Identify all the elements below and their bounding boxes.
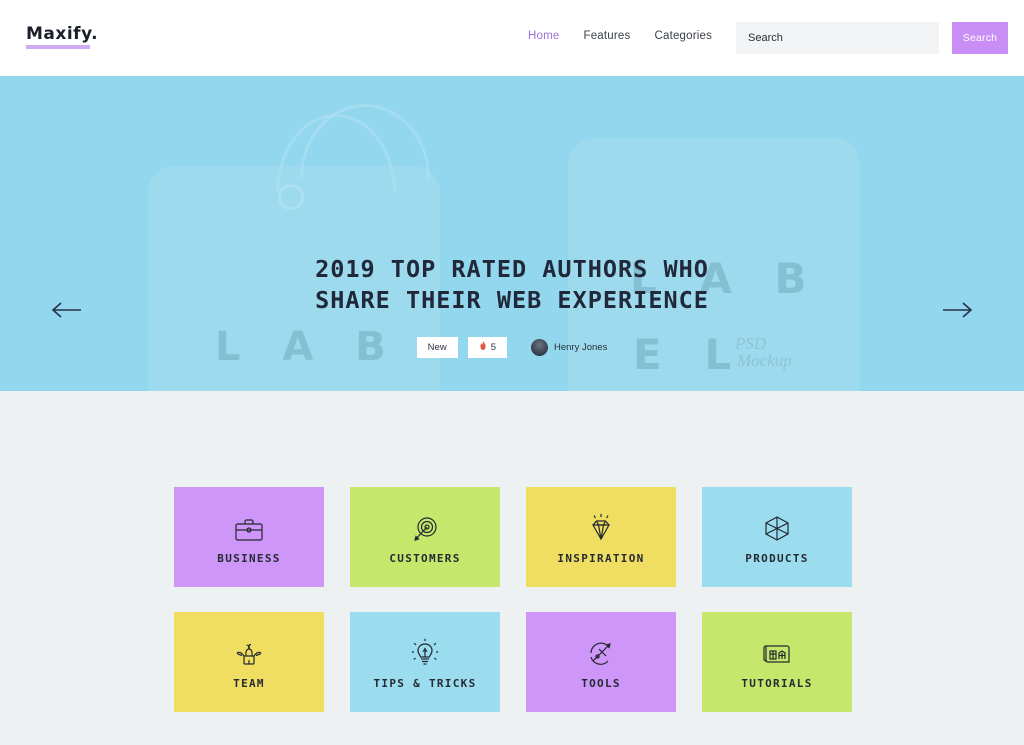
search-area: Search	[736, 22, 1008, 54]
diamond-icon	[586, 509, 616, 543]
page-root: Maxify. Home Features Categories Contact…	[0, 0, 1024, 745]
category-label: PRODUCTS	[745, 552, 809, 565]
carousel-prev-arrow-icon[interactable]	[50, 300, 82, 320]
blueprint-icon	[761, 634, 793, 668]
category-tile-customers[interactable]: CUSTOMERS	[350, 487, 500, 587]
hero-title-line2: SHARE THEIR WEB EXPERIENCE	[315, 286, 709, 315]
avatar	[530, 339, 548, 356]
category-tile-tips-tricks[interactable]: TIPS & TRICKS	[350, 612, 500, 712]
target-icon	[410, 509, 440, 543]
hero-title-line1: 2019 TOP RATED AUTHORS WHO	[315, 255, 709, 283]
hero-content: 2019 TOP RATED AUTHORS WHO SHARE THEIR W…	[0, 76, 1024, 391]
site-header: Maxify. Home Features Categories Contact…	[0, 0, 1024, 76]
category-tile-inspiration[interactable]: INSPIRATION	[526, 487, 676, 587]
category-tile-business[interactable]: BUSINESS	[174, 487, 324, 587]
compass-icon	[586, 634, 616, 668]
logo-underline	[26, 45, 90, 49]
categories-section: BUSINESS CUSTOMERS INSPIRATION PRODUCTS …	[0, 391, 1024, 745]
hot-count-value: 5	[490, 342, 496, 353]
teamwork-icon	[233, 634, 265, 668]
category-label: INSPIRATION	[557, 552, 645, 565]
category-label: BUSINESS	[217, 552, 281, 565]
hero-title: 2019 TOP RATED AUTHORS WHO SHARE THEIR W…	[0, 254, 1024, 317]
search-button[interactable]: Search	[952, 22, 1008, 54]
category-tile-tools[interactable]: TOOLS	[526, 612, 676, 712]
lightbulb-icon	[411, 634, 439, 668]
category-label: CUSTOMERS	[389, 552, 461, 565]
category-label: TUTORIALS	[741, 677, 813, 690]
nav-item-features[interactable]: Features	[583, 30, 630, 42]
category-label: TIPS & TRICKS	[373, 677, 477, 690]
nav-item-categories[interactable]: Categories	[654, 30, 712, 42]
search-input[interactable]	[736, 22, 939, 54]
site-logo[interactable]: Maxify.	[26, 26, 98, 46]
briefcase-icon	[234, 509, 264, 543]
author-name: Henry Jones	[553, 342, 608, 353]
badge-hot-count[interactable]: 5	[467, 337, 507, 358]
category-tile-products[interactable]: PRODUCTS	[702, 487, 852, 587]
badge-new[interactable]: New	[416, 337, 458, 358]
carousel-next-arrow-icon[interactable]	[942, 300, 974, 320]
category-tile-team[interactable]: TEAM	[174, 612, 324, 712]
category-label: TEAM	[233, 677, 265, 690]
category-label: TOOLS	[581, 677, 621, 690]
category-tile-tutorials[interactable]: TUTORIALS	[702, 612, 852, 712]
hero-banner: L A B E L PSD Mockup L A B E L T A G PSD…	[0, 76, 1024, 391]
categories-grid: BUSINESS CUSTOMERS INSPIRATION PRODUCTS …	[174, 487, 852, 712]
flame-icon	[479, 341, 487, 354]
hero-meta-row: New 5 Henry Jones	[0, 337, 1024, 358]
nav-item-home[interactable]: Home	[528, 30, 559, 42]
cube-icon	[762, 509, 792, 543]
hero-author[interactable]: Henry Jones	[530, 339, 608, 356]
